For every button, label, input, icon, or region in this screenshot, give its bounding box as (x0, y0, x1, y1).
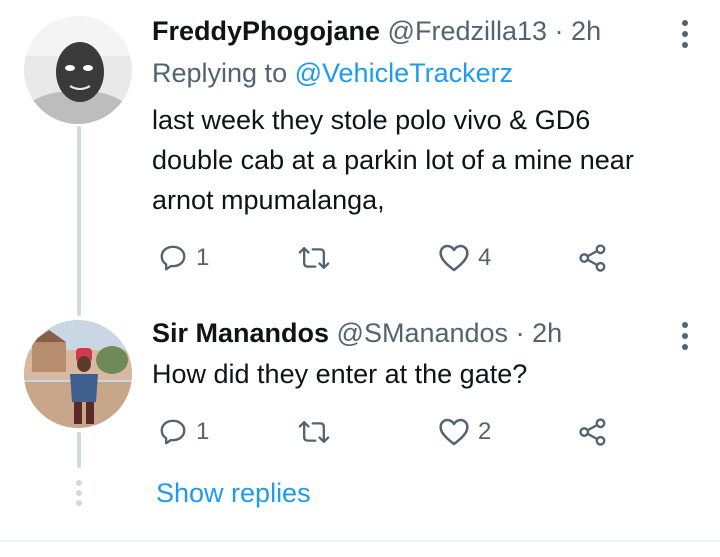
like-count: 4 (478, 244, 492, 271)
more-icon[interactable] (680, 20, 690, 48)
replying-to-mention[interactable]: @VehicleTrackerz (295, 58, 513, 88)
reply-count: 1 (196, 418, 210, 445)
tweet-text-line: last week they stole polo vivo & GD6 (152, 105, 591, 135)
like-button[interactable]: 2 (438, 412, 491, 452)
timestamp[interactable]: 2h (532, 318, 562, 348)
retweet-icon (298, 246, 330, 270)
more-icon[interactable] (680, 322, 690, 350)
reply-count: 1 (196, 244, 210, 271)
like-button[interactable]: 4 (438, 238, 491, 278)
tweet-header: Sir Manandos @SManandos · 2h (152, 316, 562, 350)
action-bar: 1 2 (152, 412, 712, 452)
action-bar: 1 4 (152, 238, 712, 278)
share-button[interactable] (578, 238, 608, 278)
avatar-sir-manandos[interactable] (24, 320, 132, 428)
more-replies-dots-icon (76, 480, 82, 506)
tweet-2[interactable]: Sir Manandos @SManandos · 2h How did the… (152, 316, 720, 466)
retweet-button[interactable] (298, 238, 338, 278)
tweet-header: FreddyPhogojane @Fredzilla13 · 2h (152, 14, 601, 48)
display-name[interactable]: FreddyPhogojane (152, 16, 380, 46)
tweet-text-line: arnot mpumalanga, (152, 185, 385, 215)
like-count: 2 (478, 418, 492, 445)
share-icon (579, 418, 606, 446)
tweet-1[interactable]: FreddyPhogojane @Fredzilla13 · 2h Replyi… (152, 14, 720, 284)
timestamp[interactable]: 2h (571, 16, 601, 46)
like-icon (439, 418, 469, 446)
reply-icon (160, 419, 186, 445)
retweet-icon (298, 420, 330, 444)
avatar-freddy[interactable] (24, 16, 132, 124)
user-handle[interactable]: @Fredzilla13 (388, 16, 547, 46)
share-button[interactable] (578, 412, 608, 452)
divider (0, 540, 720, 542)
share-icon (579, 244, 606, 272)
tweet-text: How did they enter at the gate? (152, 354, 702, 394)
separator-dot: · (554, 16, 564, 46)
tweet-text-line: double cab at a parkin lot of a mine nea… (152, 145, 634, 175)
replying-to-label: Replying to (152, 58, 288, 88)
display-name[interactable]: Sir Manandos (152, 318, 329, 348)
reply-button[interactable]: 1 (158, 412, 209, 452)
user-handle[interactable]: @SManandos (337, 318, 509, 348)
reply-button[interactable]: 1 (158, 238, 209, 278)
thread-line-lower (77, 432, 81, 468)
tweet-text: last week they stole polo vivo & GD6 dou… (152, 100, 702, 220)
replying-to: Replying to @VehicleTrackerz (152, 56, 513, 90)
like-icon (439, 244, 469, 272)
thread-line-upper (77, 126, 81, 316)
show-replies-link[interactable]: Show replies (156, 476, 311, 510)
retweet-button[interactable] (298, 412, 338, 452)
separator-dot: · (515, 318, 525, 348)
tweet-text-line: How did they enter at the gate? (152, 359, 528, 389)
reply-icon (160, 245, 186, 271)
